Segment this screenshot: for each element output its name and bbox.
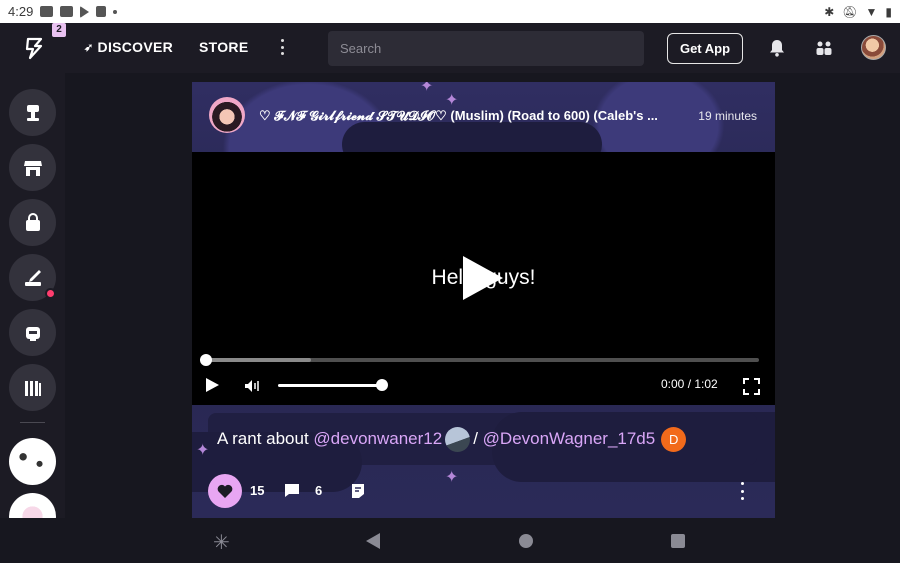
- more-notifications-icon: [113, 9, 118, 14]
- bell-icon[interactable]: [769, 39, 785, 57]
- comment-icon[interactable]: [284, 483, 300, 498]
- add-people-icon[interactable]: [815, 39, 833, 57]
- battery-icon: ▮: [885, 4, 892, 19]
- sidebar-games-button[interactable]: [9, 309, 56, 356]
- progress-knob[interactable]: [200, 354, 212, 366]
- mention-avatar: D: [661, 426, 687, 452]
- library-icon: [24, 380, 41, 396]
- user-avatar[interactable]: [861, 35, 886, 60]
- community-avatar[interactable]: [9, 438, 56, 485]
- play-store-icon: [80, 5, 90, 18]
- mention-link[interactable]: @devonwaner12: [313, 429, 442, 449]
- wifi-icon: ▼: [865, 4, 878, 19]
- author-avatar[interactable]: [209, 97, 245, 133]
- heart-icon: [217, 484, 233, 498]
- play-icon[interactable]: [206, 378, 219, 392]
- system-status-bar: 4:29 ✱ 🔕︎ ▼ ▮: [0, 0, 900, 23]
- mute-icon: 🔕︎: [842, 4, 858, 19]
- post-header: ♡ 𝓕𝓝𝓕 𝓖𝓲𝓻𝓵𝓯𝓻𝓲𝓮𝓷𝓭 𝓢𝓣𝓤𝓓𝓘𝓞♡ (Muslim) (Road …: [192, 82, 775, 152]
- post-actions: 15 6: [208, 474, 759, 508]
- compass-icon: ➶: [84, 41, 94, 54]
- sidebar-library-button[interactable]: [9, 364, 56, 411]
- assistant-icon[interactable]: ✳: [213, 530, 230, 555]
- top-navigation-bar: 2 ➶ DISCOVER STORE Get App: [0, 23, 900, 73]
- home-icon: [26, 104, 39, 121]
- notification-badge: 2: [52, 23, 66, 37]
- post-caption: A rant about @devonwaner12 / @DevonWagne…: [208, 413, 757, 465]
- like-button[interactable]: [208, 474, 242, 508]
- shopping-bag-icon: [25, 212, 40, 231]
- search-input[interactable]: [328, 31, 644, 66]
- robot-icon: [25, 326, 40, 341]
- more-vertical-icon[interactable]: [737, 482, 747, 500]
- sidebar-store-button[interactable]: [9, 144, 56, 191]
- volume-icon[interactable]: [244, 379, 260, 393]
- video-progress-bar[interactable]: [200, 354, 759, 366]
- get-app-button[interactable]: Get App: [667, 33, 743, 64]
- mention-avatar: [445, 426, 471, 452]
- like-count: 15: [250, 483, 265, 498]
- volume-slider[interactable]: [278, 384, 382, 387]
- mention-link[interactable]: @DevonWagner_17d5: [483, 429, 656, 449]
- post-timestamp: 19 minutes: [698, 109, 757, 123]
- sidebar-shop-button[interactable]: [9, 199, 56, 246]
- post-card: ✦ ✦ ✦ ✦ ♡ 𝓕𝓝𝓕 𝓖𝓲𝓻𝓵𝓯𝓻𝓲𝓮𝓷𝓭 𝓢𝓣𝓤𝓓𝓘𝓞♡ (Muslim…: [192, 82, 775, 518]
- system-navigation-bar: ✳: [0, 518, 900, 563]
- post-author-title[interactable]: ♡ 𝓕𝓝𝓕 𝓖𝓲𝓻𝓵𝓯𝓻𝓲𝓮𝓷𝓭 𝓢𝓣𝓤𝓓𝓘𝓞♡ (Muslim) (Road …: [259, 108, 679, 124]
- more-menu-icon[interactable]: [276, 37, 288, 57]
- nav-store[interactable]: STORE: [199, 39, 248, 55]
- back-icon[interactable]: [366, 533, 380, 549]
- app-icon: [96, 6, 107, 17]
- repost-icon[interactable]: [350, 482, 366, 499]
- caption-text: A rant about: [217, 429, 314, 448]
- video-time: 0:00 / 1:02: [661, 377, 718, 391]
- status-time: 4:29: [8, 4, 34, 19]
- storefront-icon: [23, 160, 42, 176]
- notification-dot: [45, 288, 56, 299]
- recents-icon[interactable]: [671, 534, 685, 548]
- sidebar-home-button[interactable]: [9, 89, 56, 136]
- bluetooth-icon: ✱: [824, 4, 835, 19]
- lightning-bolt-icon[interactable]: [22, 36, 46, 60]
- left-sidebar: [0, 73, 65, 540]
- video-player[interactable]: Hello guys! 0:00 / 1:02: [192, 152, 775, 405]
- comment-count: 6: [315, 483, 323, 498]
- nav-discover[interactable]: ➶ DISCOVER: [84, 39, 173, 55]
- buffered-bar: [206, 358, 312, 362]
- nav-discover-label: DISCOVER: [97, 39, 174, 55]
- home-circle-icon[interactable]: [519, 534, 533, 548]
- volume-knob[interactable]: [376, 379, 388, 391]
- fullscreen-icon[interactable]: [743, 378, 760, 395]
- play-icon[interactable]: [463, 256, 503, 300]
- youtube-icon: [60, 6, 74, 17]
- sidebar-divider: [20, 422, 45, 423]
- pen-tray-icon: [24, 269, 41, 286]
- caption-separator: /: [473, 429, 483, 448]
- youtube-icon: [40, 6, 54, 17]
